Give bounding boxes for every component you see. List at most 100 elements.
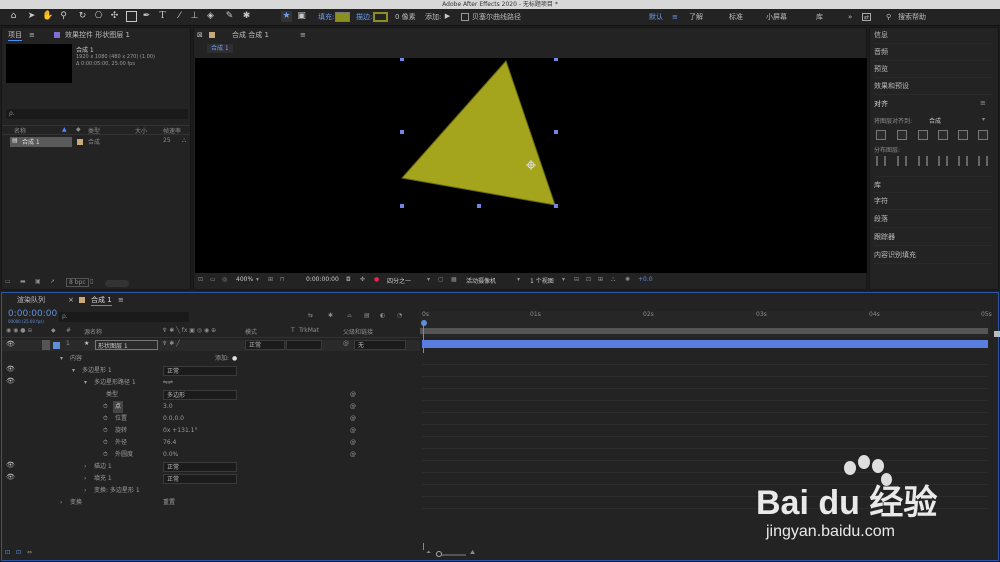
path-direction-icon[interactable]: ⇋⇌ bbox=[163, 377, 173, 389]
sort-icon[interactable]: ▲ bbox=[62, 126, 67, 133]
frame-blending-icon[interactable]: ▤ bbox=[364, 312, 370, 319]
roto-brush-tool-icon[interactable]: ✎ bbox=[224, 11, 235, 22]
add-play-icon[interactable]: ▶ bbox=[442, 11, 453, 22]
layer-duration-bar[interactable] bbox=[422, 340, 988, 348]
workspace-small-screen[interactable]: 小屏幕 bbox=[766, 10, 787, 24]
disclosure-triangle-icon[interactable]: › bbox=[60, 497, 62, 509]
zoom-slider-thumb[interactable] bbox=[436, 551, 442, 557]
distribute-bottom-icon[interactable] bbox=[918, 156, 928, 166]
panel-character[interactable]: 字符 bbox=[874, 193, 992, 210]
project-search-input[interactable]: ρ. bbox=[6, 109, 188, 119]
flowchart-icon[interactable]: ⛬ bbox=[611, 276, 615, 284]
text-tool-icon[interactable]: T bbox=[157, 11, 168, 22]
draft-3d-icon[interactable]: ✱ bbox=[328, 312, 333, 319]
eye-icon[interactable]: 👁 bbox=[6, 365, 15, 373]
expression-pickwhip-icon[interactable]: @ bbox=[350, 437, 356, 449]
panel-info[interactable]: 信息 bbox=[874, 27, 992, 44]
list-item[interactable]: ▤ 合成 1 合成 25 ⛬ bbox=[2, 137, 190, 147]
tab-render-queue[interactable]: 渲染队列 bbox=[17, 294, 45, 306]
transparency-grid-icon[interactable]: ▦ bbox=[451, 276, 457, 283]
resolution-dropdown[interactable]: 四分之一 bbox=[387, 276, 411, 285]
breadcrumb[interactable]: 合成 1 bbox=[207, 44, 233, 53]
fill-label[interactable]: 填充: bbox=[318, 10, 334, 24]
panel-effects-presets[interactable]: 效果和预设 bbox=[874, 78, 992, 95]
views-dropdown[interactable]: 1 个视图 bbox=[530, 276, 554, 285]
col-name[interactable]: 名称 bbox=[14, 126, 26, 135]
expression-pickwhip-icon[interactable]: @ bbox=[350, 389, 356, 401]
layer-mode-dropdown[interactable]: 正常 bbox=[245, 340, 285, 350]
col-type[interactable]: 类型 bbox=[88, 126, 100, 135]
panel-tracker[interactable]: 跟踪器 bbox=[874, 229, 992, 246]
disclosure-triangle-icon[interactable]: ▾ bbox=[72, 365, 75, 377]
pen-tool-icon[interactable]: ✒ bbox=[141, 11, 152, 22]
zoom-out-mountain-icon[interactable]: ⏶ bbox=[426, 549, 431, 557]
tab-close-icon[interactable]: × bbox=[68, 294, 74, 306]
fill-swatch[interactable] bbox=[335, 12, 350, 22]
always-preview-icon[interactable]: ⊡ bbox=[198, 276, 203, 283]
polystar-mode-dropdown[interactable]: 正常 bbox=[163, 366, 237, 376]
eraser-tool-icon[interactable]: ◈ bbox=[205, 11, 216, 22]
workspace-default[interactable]: 默认 bbox=[649, 10, 663, 24]
stroke-mode-dropdown[interactable]: 正常 bbox=[163, 462, 237, 472]
sync-settings-icon[interactable]: ⇄ bbox=[862, 13, 872, 21]
clone-stamp-tool-icon[interactable]: ⊥ bbox=[189, 11, 200, 22]
expand-icon[interactable] bbox=[42, 340, 50, 350]
roi-icon[interactable]: ▢ bbox=[438, 276, 444, 283]
home-icon[interactable]: ⌂ bbox=[8, 11, 19, 22]
disclosure-triangle-icon[interactable]: › bbox=[84, 461, 86, 473]
comp-timecode[interactable]: 0:00:00:00 bbox=[306, 276, 339, 283]
col-size[interactable]: 大小 bbox=[135, 126, 147, 135]
distribute-v-center-icon[interactable] bbox=[897, 156, 907, 166]
snapshot-icon[interactable]: ◘ bbox=[346, 276, 351, 283]
layer-name[interactable]: 形状图层 1 bbox=[95, 340, 158, 350]
rectangle-tool-icon[interactable] bbox=[126, 11, 137, 22]
comp-end-marker-icon[interactable] bbox=[994, 331, 1000, 337]
tab-composition[interactable]: 合成 合成 1 bbox=[232, 29, 269, 41]
eye-icon[interactable]: 👁 bbox=[6, 473, 15, 481]
comp-mini-flowchart-icon[interactable]: ⇆ bbox=[308, 312, 313, 319]
search-help-input[interactable]: 搜索帮助 bbox=[898, 10, 926, 24]
grid-icon[interactable]: ⊞ bbox=[268, 276, 273, 283]
tab-menu-icon[interactable]: ≡ bbox=[118, 294, 124, 306]
tab-comp-1[interactable]: 合成 1 bbox=[91, 294, 112, 306]
align-right-icon[interactable] bbox=[918, 130, 928, 140]
transform-reset-link[interactable]: 重置 bbox=[163, 497, 175, 509]
align-bottom-icon[interactable] bbox=[978, 130, 988, 140]
workspace-standard[interactable]: 标准 bbox=[729, 10, 743, 24]
expression-pickwhip-icon[interactable]: @ bbox=[350, 425, 356, 437]
position-value[interactable]: 0.0,0.0 bbox=[163, 413, 184, 425]
comp-lock-icon[interactable]: ⊠ bbox=[197, 29, 203, 41]
selection-tool-icon[interactable]: ➤ bbox=[26, 11, 37, 22]
hand-tool-icon[interactable]: ✋ bbox=[42, 11, 53, 22]
toggle-pixel-aspect-icon[interactable]: ⊟ bbox=[574, 276, 579, 283]
project-settings-icon[interactable]: ➚ bbox=[50, 278, 55, 285]
pan-behind-tool-icon[interactable]: ✣ bbox=[109, 11, 120, 22]
eye-icon[interactable]: 👁 bbox=[6, 377, 15, 385]
disclosure-triangle-icon[interactable]: ▾ bbox=[60, 353, 63, 365]
panel-library[interactable]: 库 bbox=[874, 176, 992, 193]
layer-trkmat-dropdown[interactable] bbox=[286, 340, 322, 350]
stopwatch-icon[interactable]: ⏱ bbox=[103, 425, 108, 437]
more-workspaces-icon[interactable]: » bbox=[848, 10, 852, 24]
time-ruler[interactable]: 0s 01s 02s 03s 04s 05s bbox=[420, 311, 992, 337]
align-menu-icon[interactable]: ≡ bbox=[980, 99, 986, 107]
in-out-toggle-icon[interactable]: ⇔ bbox=[27, 549, 32, 556]
stopwatch-icon[interactable]: ⏱ bbox=[103, 449, 108, 461]
align-h-center-icon[interactable] bbox=[897, 130, 907, 140]
fast-preview-icon[interactable]: ⊡ bbox=[586, 276, 591, 283]
layer-row[interactable]: 👁 1 ★ 形状图层 1 ♆ ✱ ╱ 正常 @ 无 bbox=[2, 340, 420, 351]
channel-icon[interactable]: ● bbox=[374, 276, 379, 283]
search-help-icon[interactable]: ⚲ bbox=[886, 10, 891, 24]
stroke-label[interactable]: 描边: bbox=[356, 10, 372, 24]
exposure-value[interactable]: +0.0 bbox=[638, 276, 653, 283]
workspace-learn[interactable]: 了解 bbox=[689, 10, 703, 24]
disclosure-triangle-icon[interactable]: ▾ bbox=[84, 377, 87, 389]
tab-project[interactable]: 项目 bbox=[8, 29, 22, 41]
playhead-icon[interactable] bbox=[421, 320, 427, 326]
zoom-dropdown[interactable]: 400% bbox=[236, 276, 253, 283]
brush-tool-icon[interactable]: ⁄ bbox=[174, 11, 185, 22]
expression-pickwhip-icon[interactable]: @ bbox=[350, 449, 356, 461]
eye-icon[interactable]: 👁 bbox=[6, 340, 15, 348]
expression-pickwhip-icon[interactable]: @ bbox=[350, 413, 356, 425]
interpret-footage-icon[interactable]: ▭ bbox=[5, 278, 11, 285]
